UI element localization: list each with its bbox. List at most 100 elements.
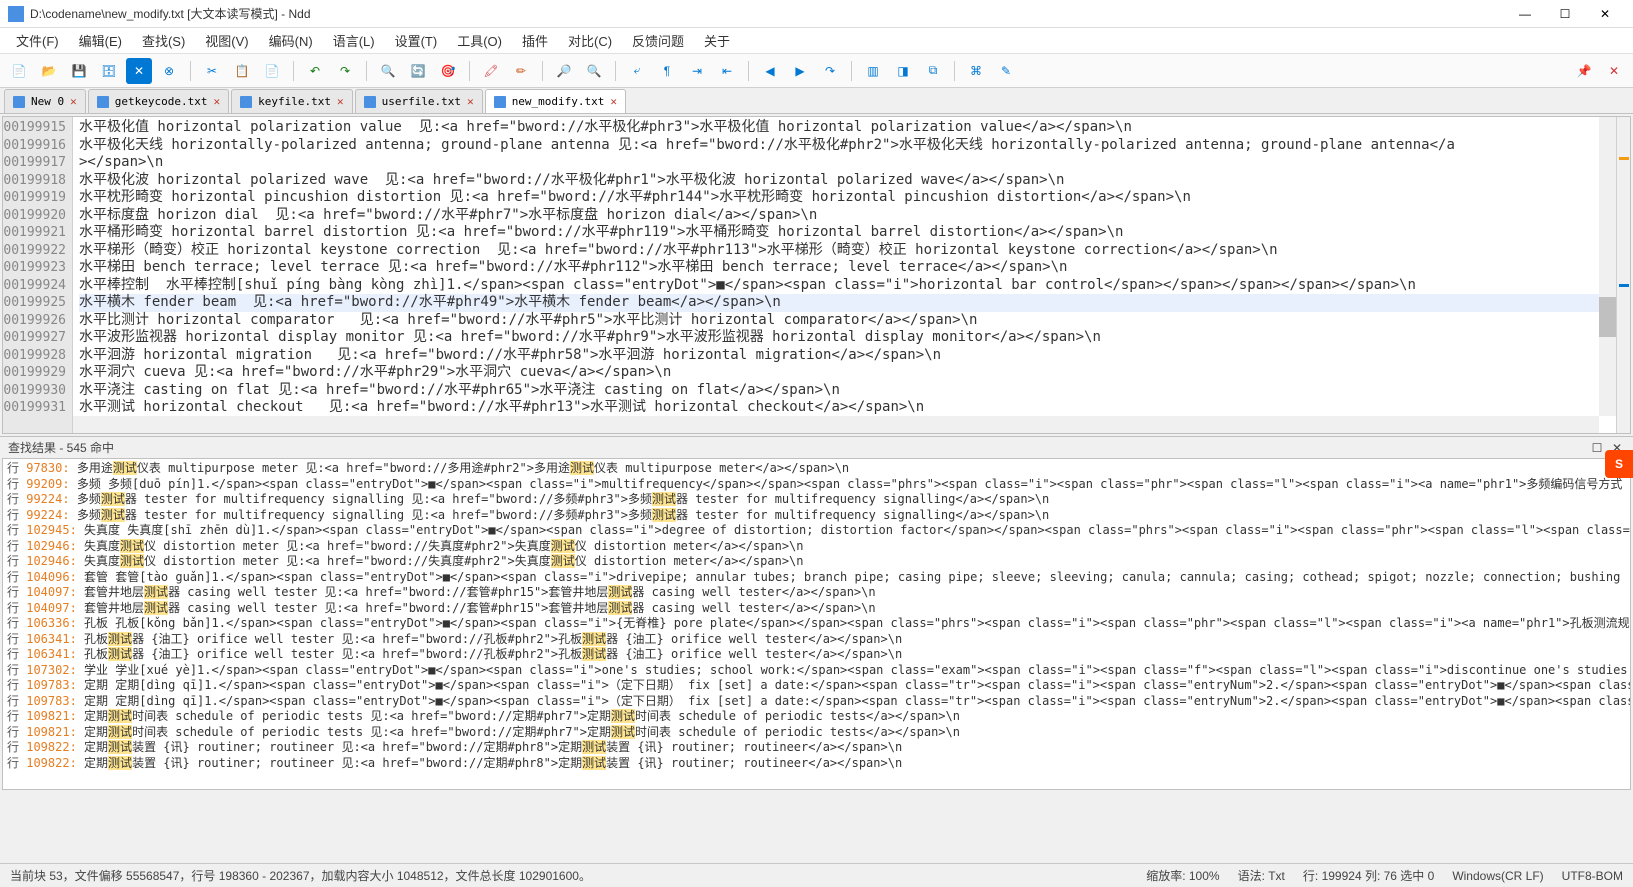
code-line[interactable]: 水平洞穴 cueva 见:<a href="bword://水平#phr29">…: [79, 364, 1610, 382]
search-result-line[interactable]: 行 99224: 多频测试器 tester for multifrequency…: [7, 508, 1626, 524]
find-icon[interactable]: 🔍: [375, 58, 401, 84]
undo-icon[interactable]: ↶: [302, 58, 328, 84]
menu-find[interactable]: 查找(S): [132, 28, 195, 53]
menu-feedback[interactable]: 反馈问题: [622, 28, 694, 53]
search-result-line[interactable]: 行 106341: 孔板测试器 {油工} orifice well tester…: [7, 632, 1626, 648]
search-results-panel[interactable]: 行 97830: 多用途测试仪表 multipurpose meter 见:<a…: [2, 458, 1631, 790]
horizontal-scrollbar[interactable]: [73, 416, 1599, 433]
status-encoding[interactable]: UTF8-BOM: [1562, 869, 1623, 883]
code-line[interactable]: 水平洄游 horizontal migration 见:<a href="bwo…: [79, 347, 1610, 365]
menu-encoding[interactable]: 编码(N): [259, 28, 323, 53]
code-line[interactable]: 水平极化值 horizontal polarization value 见:<a…: [79, 119, 1610, 137]
open-file-icon[interactable]: 📂: [36, 58, 62, 84]
wrap-icon[interactable]: ⤶: [624, 58, 650, 84]
search-result-line[interactable]: 行 102946: 失真度测试仪 distortion meter 见:<a h…: [7, 554, 1626, 570]
clear-highlight-icon[interactable]: ✏: [508, 58, 534, 84]
menu-view[interactable]: 视图(V): [195, 28, 258, 53]
tab-close-icon[interactable]: ✕: [70, 95, 77, 108]
indent-icon[interactable]: ⇥: [684, 58, 710, 84]
highlight-icon[interactable]: 🖍: [478, 58, 504, 84]
cut-icon[interactable]: ✂: [199, 58, 225, 84]
goto-icon[interactable]: ↷: [817, 58, 843, 84]
status-zoom[interactable]: 缩放率: 100%: [1146, 867, 1219, 884]
diff-icon[interactable]: ⧉: [920, 58, 946, 84]
search-result-line[interactable]: 行 97830: 多用途测试仪表 multipurpose meter 见:<a…: [7, 461, 1626, 477]
split-icon[interactable]: ▥: [860, 58, 886, 84]
tab-close-icon[interactable]: ✕: [213, 95, 220, 108]
menu-compare[interactable]: 对比(C): [558, 28, 622, 53]
search-result-line[interactable]: 行 99224: 多频测试器 tester for multifrequency…: [7, 492, 1626, 508]
tab-keyfile-txt[interactable]: keyfile.txt✕: [231, 89, 352, 113]
search-result-line[interactable]: 行 106336: 孔板 孔板[kǒng bǎn]1.</span><span …: [7, 616, 1626, 632]
search-result-line[interactable]: 行 102945: 失真度 失真度[shī zhēn dù]1.</span><…: [7, 523, 1626, 539]
copy-icon[interactable]: 📋: [229, 58, 255, 84]
close-all-icon[interactable]: ⊗: [156, 58, 182, 84]
compare-icon[interactable]: ◨: [890, 58, 916, 84]
search-result-line[interactable]: 行 104097: 套管井地层测试器 casing well tester 见:…: [7, 601, 1626, 617]
save-icon[interactable]: 💾: [66, 58, 92, 84]
tab-close-icon[interactable]: ✕: [610, 95, 617, 108]
exit-icon[interactable]: ✕: [1601, 58, 1627, 84]
search-result-line[interactable]: 行 102946: 失真度测试仪 distortion meter 见:<a h…: [7, 539, 1626, 555]
search-result-line[interactable]: 行 104096: 套管 套管[tào guǎn]1.</span><span …: [7, 570, 1626, 586]
menu-language[interactable]: 语言(L): [323, 28, 385, 53]
nav-forward-icon[interactable]: ▶: [787, 58, 813, 84]
menu-tools[interactable]: 工具(O): [447, 28, 512, 53]
redo-icon[interactable]: ↷: [332, 58, 358, 84]
menu-settings[interactable]: 设置(T): [385, 28, 448, 53]
pin-icon[interactable]: 📌: [1571, 58, 1597, 84]
code-line[interactable]: 水平标度盘 horizon dial 见:<a href="bword://水平…: [79, 207, 1610, 225]
outdent-icon[interactable]: ⇤: [714, 58, 740, 84]
menu-about[interactable]: 关于: [694, 28, 740, 53]
code-line[interactable]: 水平枕形畸变 horizontal pincushion distortion …: [79, 189, 1610, 207]
vertical-scrollbar[interactable]: [1599, 117, 1616, 416]
whitespace-icon[interactable]: ¶: [654, 58, 680, 84]
menu-edit[interactable]: 编辑(E): [69, 28, 132, 53]
search-result-line[interactable]: 行 109783: 定期 定期[dìng qī]1.</span><span c…: [7, 694, 1626, 710]
menu-file[interactable]: 文件(F): [6, 28, 69, 53]
search-result-line[interactable]: 行 109822: 定期测试装置 {讯} routiner; routineer…: [7, 740, 1626, 756]
search-result-line[interactable]: 行 109783: 定期 定期[dìng qī]1.</span><span c…: [7, 678, 1626, 694]
close-button[interactable]: ✕: [1585, 0, 1625, 28]
code-line[interactable]: 水平比测计 horizontal comparator 见:<a href="b…: [79, 312, 1610, 330]
ime-indicator-icon[interactable]: S: [1605, 450, 1633, 478]
code-line[interactable]: 水平浇注 casting on flat 见:<a href="bword://…: [79, 382, 1610, 400]
minimize-button[interactable]: —: [1505, 0, 1545, 28]
status-eol[interactable]: Windows(CR LF): [1452, 869, 1543, 883]
zoom-out-icon[interactable]: 🔍: [581, 58, 607, 84]
maximize-panel-icon[interactable]: ☐: [1589, 440, 1605, 456]
code-content[interactable]: 水平极化值 horizontal polarization value 见:<a…: [73, 117, 1616, 433]
code-line[interactable]: 水平波形监视器 horizontal display monitor 见:<a …: [79, 329, 1610, 347]
search-result-line[interactable]: 行 109821: 定期测试时间表 schedule of periodic t…: [7, 709, 1626, 725]
code-line[interactable]: 水平测试 horizontal checkout 见:<a href="bwor…: [79, 399, 1610, 417]
menu-plugin[interactable]: 插件: [512, 28, 558, 53]
tab-new-0[interactable]: New 0✕: [4, 89, 86, 113]
terminal-icon[interactable]: ⌘: [963, 58, 989, 84]
search-result-line[interactable]: 行 104097: 套管井地层测试器 casing well tester 见:…: [7, 585, 1626, 601]
rename-icon[interactable]: ✎: [993, 58, 1019, 84]
search-result-line[interactable]: 行 99209: 多频 多频[duō pín]1.</span><span cl…: [7, 477, 1626, 493]
search-result-line[interactable]: 行 106341: 孔板测试器 {油工} orifice well tester…: [7, 647, 1626, 663]
close-tab-icon[interactable]: ✕: [126, 58, 152, 84]
search-result-line[interactable]: 行 109821: 定期测试时间表 schedule of periodic t…: [7, 725, 1626, 741]
tab-userfile-txt[interactable]: userfile.txt✕: [355, 89, 483, 113]
code-line[interactable]: 水平梯形（畸变）校正 horizontal keystone correctio…: [79, 242, 1610, 260]
code-line[interactable]: 水平棒控制 水平棒控制[shuǐ píng bàng kòng zhì]1.</…: [79, 277, 1610, 295]
tab-getkeycode-txt[interactable]: getkeycode.txt✕: [88, 89, 229, 113]
status-language[interactable]: 语法: Txt: [1238, 867, 1285, 884]
save-all-icon[interactable]: 🗄: [96, 58, 122, 84]
search-result-line[interactable]: 行 107302: 学业 学业[xué yè]1.</span><span cl…: [7, 663, 1626, 679]
zoom-in-icon[interactable]: 🔎: [551, 58, 577, 84]
code-line[interactable]: 水平极化天线 horizontally-polarized antenna; g…: [79, 137, 1610, 155]
code-line[interactable]: 水平梯田 bench terrace; level terrace 见:<a h…: [79, 259, 1610, 277]
mark-icon[interactable]: 🎯: [435, 58, 461, 84]
tab-close-icon[interactable]: ✕: [467, 95, 474, 108]
code-line[interactable]: 水平极化波 horizontal polarized wave 见:<a hre…: [79, 172, 1610, 190]
replace-icon[interactable]: 🔄: [405, 58, 431, 84]
tab-new-modify-txt[interactable]: new_modify.txt✕: [485, 89, 626, 113]
new-file-icon[interactable]: 📄: [6, 58, 32, 84]
maximize-button[interactable]: ☐: [1545, 0, 1585, 28]
code-line[interactable]: 水平横木 fender beam 见:<a href="bword://水平#p…: [79, 294, 1610, 312]
nav-back-icon[interactable]: ◀: [757, 58, 783, 84]
search-result-line[interactable]: 行 109822: 定期测试装置 {讯} routiner; routineer…: [7, 756, 1626, 772]
